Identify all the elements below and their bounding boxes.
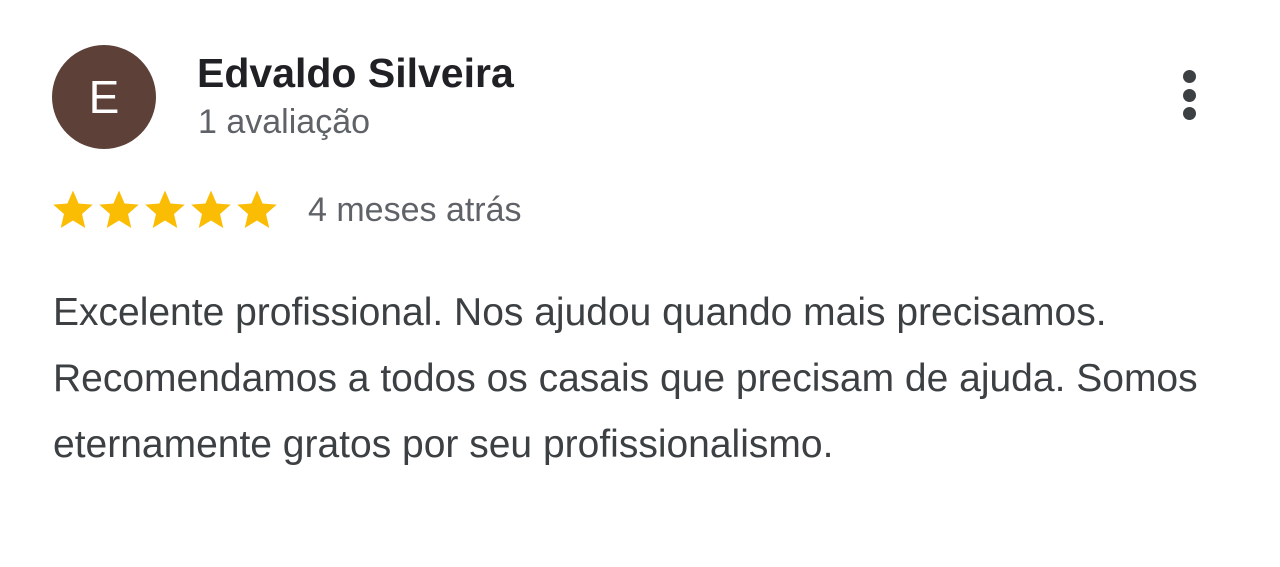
more-options-button[interactable] — [1166, 62, 1212, 128]
review-time: 4 meses atrás — [308, 191, 522, 229]
more-vert-icon — [1182, 70, 1196, 83]
review-card: E Edvaldo Silveira 1 avaliação 4 meses a… — [0, 0, 1280, 567]
more-vert-icon-dot — [1182, 88, 1196, 102]
review-count: 1 avaliação — [198, 103, 371, 141]
star-icon — [99, 190, 139, 229]
avatar[interactable]: E — [52, 45, 156, 149]
rating-row: 4 meses atrás — [50, 186, 522, 234]
author-name[interactable]: Edvaldo Silveira — [197, 50, 514, 96]
review-text: Excelente profissional. Nos ajudou quand… — [53, 291, 1198, 466]
star-rating — [50, 187, 280, 233]
more-vert-icon-dot — [1182, 107, 1196, 120]
star-icon — [237, 190, 277, 229]
star-icon — [53, 190, 93, 229]
star-icon — [145, 190, 185, 229]
star-icon — [191, 190, 231, 229]
